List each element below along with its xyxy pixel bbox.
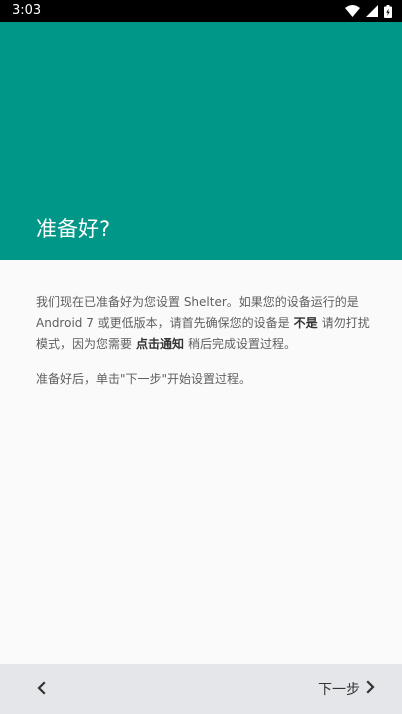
status-time: 3:03 bbox=[12, 3, 42, 18]
description-text: 稍后完成设置过程。 bbox=[188, 337, 297, 351]
chevron-left-icon bbox=[36, 680, 46, 699]
chevron-right-icon bbox=[366, 680, 376, 698]
description-paragraph: 我们现在已准备好为您设置 Shelter。如果您的设备运行的是 Android … bbox=[36, 292, 372, 355]
bottom-navigation-bar: 下一步 bbox=[0, 664, 402, 714]
status-icons bbox=[345, 4, 392, 18]
setup-description: 我们现在已准备好为您设置 Shelter。如果您的设备运行的是 Android … bbox=[36, 292, 372, 390]
signal-icon bbox=[366, 5, 378, 17]
battery-icon bbox=[384, 4, 392, 18]
next-button-label: 下一步 bbox=[318, 682, 360, 698]
wifi-icon bbox=[345, 5, 360, 17]
back-button[interactable] bbox=[26, 676, 56, 702]
next-button[interactable]: 下一步 bbox=[318, 676, 376, 702]
status-bar: 3:03 bbox=[0, 0, 402, 22]
emphasis-tap-notification: 点击通知 bbox=[136, 337, 185, 351]
emphasis-not: 不是 bbox=[293, 316, 318, 330]
ready-instruction: 准备好后，单击"下一步"开始设置过程。 bbox=[36, 372, 252, 386]
page-title: 准备好? bbox=[36, 217, 111, 241]
hero-header: 准备好? bbox=[0, 22, 402, 260]
